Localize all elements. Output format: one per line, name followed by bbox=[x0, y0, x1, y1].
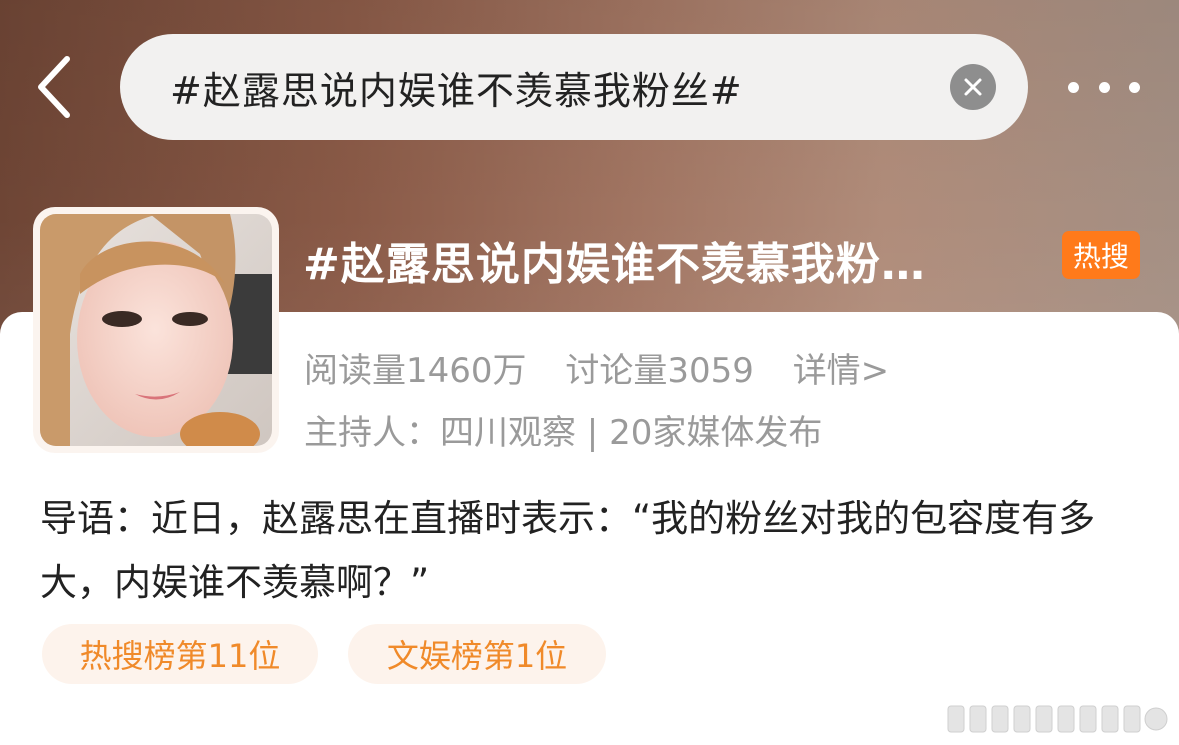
clear-search-button[interactable] bbox=[950, 64, 996, 110]
watermark-icon bbox=[947, 705, 1168, 733]
details-link[interactable]: 详情> bbox=[793, 351, 890, 391]
back-button[interactable] bbox=[30, 55, 80, 119]
avatar-photo bbox=[40, 214, 272, 446]
host-info[interactable]: 主持人：四川观察 | 20家媒体发布 bbox=[304, 405, 822, 454]
more-dot-icon bbox=[1068, 81, 1079, 93]
search-bar[interactable]: #赵露思说内娱谁不羡慕我粉丝# bbox=[120, 34, 1028, 140]
topic-intro: 导语：近日，赵露思在直播时表示：“我的粉丝对我的包容度有多大，内娱谁不羡慕啊？” bbox=[40, 497, 1096, 604]
hot-search-rank-tag[interactable]: 热搜榜第11位 bbox=[42, 624, 318, 684]
hot-search-badge: 热搜 bbox=[1062, 231, 1140, 279]
search-input[interactable]: #赵露思说内娱谁不羡慕我粉丝# bbox=[170, 60, 743, 115]
more-dot-icon bbox=[1129, 81, 1140, 93]
topic-title: #赵露思说内娱谁不羡慕我粉… bbox=[303, 239, 926, 290]
discussion-count: 讨论量3059 bbox=[565, 351, 754, 391]
topic-avatar[interactable] bbox=[33, 207, 279, 453]
entertainment-rank-tag[interactable]: 文娱榜第1位 bbox=[348, 624, 606, 684]
chevron-left-icon bbox=[38, 56, 70, 118]
portrait-image bbox=[40, 214, 272, 446]
read-count: 阅读量1460万 bbox=[304, 351, 527, 391]
topic-stats: 阅读量1460万 讨论量3059 详情> bbox=[304, 343, 917, 392]
close-icon bbox=[964, 78, 982, 96]
more-options-button[interactable] bbox=[1068, 72, 1140, 102]
more-dot-icon bbox=[1098, 81, 1110, 93]
